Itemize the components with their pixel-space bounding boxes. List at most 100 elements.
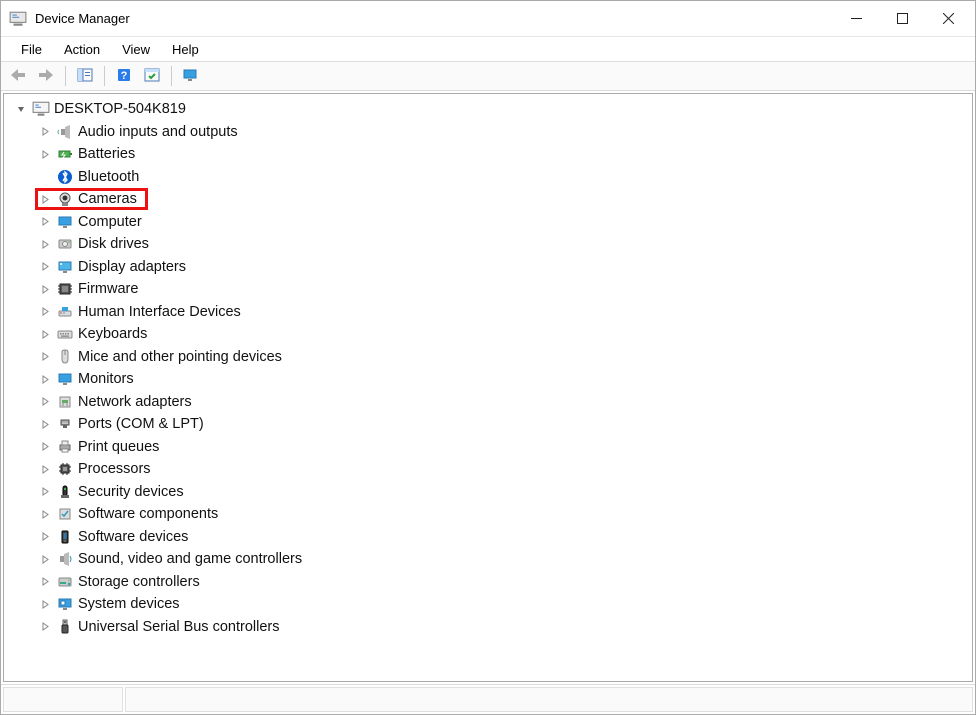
display-icon <box>56 258 74 276</box>
tree-category-node[interactable]: Human Interface Devices <box>34 301 972 324</box>
tree-category-node[interactable]: Processors <box>34 458 972 481</box>
tree-category-node[interactable]: Cameras <box>34 188 972 211</box>
system-icon <box>56 595 74 613</box>
chevron-right-icon[interactable] <box>38 440 52 454</box>
sound-icon <box>56 550 74 568</box>
tree-category-node[interactable]: Disk drives <box>34 233 972 256</box>
tree-category-node[interactable]: System devices <box>34 593 972 616</box>
chevron-right-icon[interactable] <box>38 417 52 431</box>
app-icon <box>9 10 27 28</box>
toolbar-separator <box>171 66 172 86</box>
tree-category-node[interactable]: Batteries <box>34 143 972 166</box>
scan-hardware-icon <box>144 68 160 85</box>
tree-root-node[interactable]: DESKTOP-504K819 <box>10 98 972 121</box>
chevron-right-icon[interactable] <box>38 372 52 386</box>
tree-category-label: Computer <box>78 214 142 230</box>
chevron-right-icon[interactable] <box>38 260 52 274</box>
tree-category-node[interactable]: Universal Serial Bus controllers <box>34 616 972 639</box>
svg-text:?: ? <box>121 70 128 82</box>
tree-category-node[interactable]: Display adapters <box>34 256 972 279</box>
chevron-right-icon[interactable] <box>38 507 52 521</box>
tree-category-label: Storage controllers <box>78 574 200 590</box>
camera-icon <box>56 190 74 208</box>
swcomp-icon <box>56 505 74 523</box>
toolbar-scan-button[interactable] <box>139 64 165 88</box>
devices-monitor-icon <box>183 68 199 85</box>
tree-content[interactable]: DESKTOP-504K819 Audio inputs and outputs… <box>3 93 973 682</box>
tree-category-node[interactable]: Monitors <box>34 368 972 391</box>
chevron-right-icon[interactable] <box>38 215 52 229</box>
toolbar-help-button[interactable]: ? <box>111 64 137 88</box>
tree-category-node[interactable]: Security devices <box>34 481 972 504</box>
tree-category-node[interactable]: Keyboards <box>34 323 972 346</box>
status-cell-left <box>3 687 123 712</box>
tree-category-node[interactable]: Software devices <box>34 526 972 549</box>
tree-category-node[interactable]: Bluetooth <box>34 166 972 189</box>
arrow-right-icon <box>38 68 54 85</box>
chevron-right-icon[interactable] <box>38 552 52 566</box>
menu-action[interactable]: Action <box>54 40 110 59</box>
tree-category-node[interactable]: Mice and other pointing devices <box>34 346 972 369</box>
chevron-down-icon[interactable] <box>14 102 28 116</box>
printer-icon <box>56 438 74 456</box>
status-cell-right <box>125 687 973 712</box>
tree-category-node[interactable]: Ports (COM & LPT) <box>34 413 972 436</box>
menubar: File Action View Help <box>1 37 975 61</box>
tree-category-label: Security devices <box>78 484 184 500</box>
tree-category-label: Ports (COM & LPT) <box>78 416 204 432</box>
keyboard-icon <box>56 325 74 343</box>
monitor2-icon <box>56 370 74 388</box>
chevron-right-icon[interactable] <box>38 597 52 611</box>
tree-category-node[interactable]: Storage controllers <box>34 571 972 594</box>
tree-category-label: Human Interface Devices <box>78 304 241 320</box>
tree-category-node[interactable]: Sound, video and game controllers <box>34 548 972 571</box>
minimize-button[interactable] <box>833 3 879 35</box>
mouse-icon <box>56 348 74 366</box>
chevron-right-icon[interactable] <box>38 282 52 296</box>
storage-icon <box>56 573 74 591</box>
chevron-right-icon[interactable] <box>38 485 52 499</box>
toolbar: ? <box>1 61 975 91</box>
tree-category-node[interactable]: Software components <box>34 503 972 526</box>
tree-category-label: System devices <box>78 596 180 612</box>
tree-category-node[interactable]: Network adapters <box>34 391 972 414</box>
tree-category-node[interactable]: Print queues <box>34 436 972 459</box>
chevron-right-icon[interactable] <box>38 237 52 251</box>
highlight-annotation: Cameras <box>35 188 148 210</box>
disk-icon <box>56 235 74 253</box>
chevron-right-icon[interactable] <box>38 125 52 139</box>
chevron-right-icon[interactable] <box>38 530 52 544</box>
hid-icon <box>56 303 74 321</box>
chevron-right-icon[interactable] <box>38 170 52 184</box>
tree-category-label: Mice and other pointing devices <box>78 349 282 365</box>
chevron-right-icon[interactable] <box>38 620 52 634</box>
chevron-right-icon[interactable] <box>38 327 52 341</box>
toolbar-show-hide-button[interactable] <box>72 64 98 88</box>
close-button[interactable] <box>925 3 971 35</box>
menu-help[interactable]: Help <box>162 40 209 59</box>
toolbar-devices-button[interactable] <box>178 64 204 88</box>
chevron-right-icon[interactable] <box>38 462 52 476</box>
statusbar <box>1 684 975 714</box>
tree-category-label: Monitors <box>78 371 134 387</box>
tree-category-label: Bluetooth <box>78 169 139 185</box>
tree-category-node[interactable]: Firmware <box>34 278 972 301</box>
menu-file[interactable]: File <box>11 40 52 59</box>
tree-category-node[interactable]: Audio inputs and outputs <box>34 121 972 144</box>
tree-category-node[interactable]: Computer <box>34 211 972 234</box>
chevron-right-icon[interactable] <box>38 350 52 364</box>
toolbar-back-button[interactable] <box>5 64 31 88</box>
chevron-right-icon[interactable] <box>38 575 52 589</box>
maximize-button[interactable] <box>879 3 925 35</box>
chevron-right-icon[interactable] <box>38 395 52 409</box>
monitor-icon <box>56 213 74 231</box>
tree-category-label: Display adapters <box>78 259 186 275</box>
chevron-right-icon[interactable] <box>38 305 52 319</box>
menu-view[interactable]: View <box>112 40 160 59</box>
toolbar-separator <box>65 66 66 86</box>
tree-category-label: Batteries <box>78 146 135 162</box>
chevron-right-icon[interactable] <box>38 192 52 206</box>
chevron-right-icon[interactable] <box>38 147 52 161</box>
toolbar-forward-button[interactable] <box>33 64 59 88</box>
tree-category-label: Firmware <box>78 281 138 297</box>
